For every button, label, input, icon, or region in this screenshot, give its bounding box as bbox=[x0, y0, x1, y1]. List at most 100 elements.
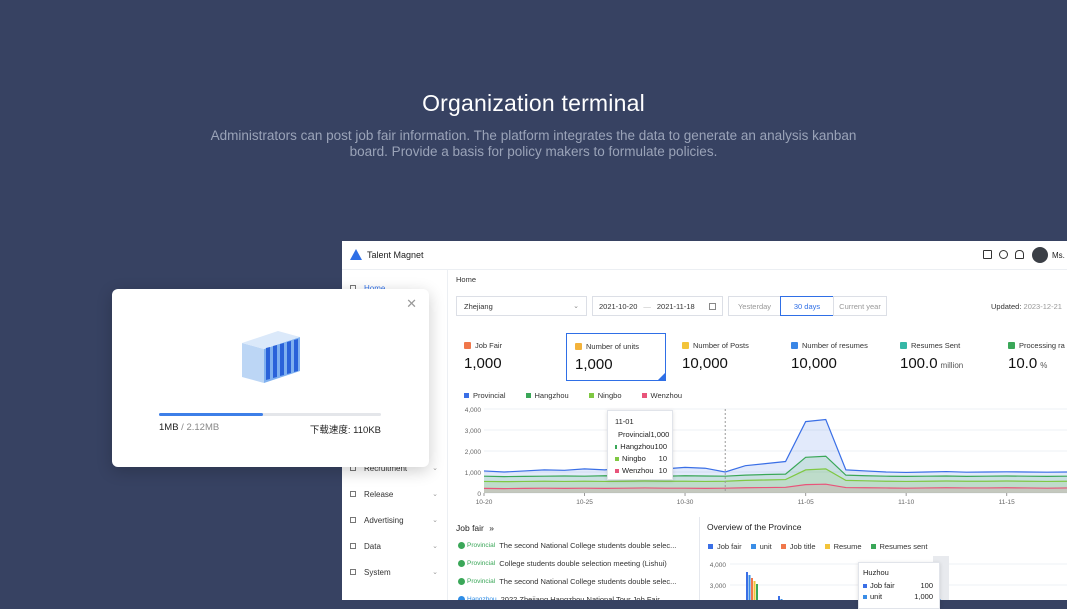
date-separator: — bbox=[643, 301, 651, 311]
tooltip2-title: Huzhou bbox=[863, 568, 889, 577]
legend-item[interactable]: Wenzhou bbox=[641, 391, 682, 400]
kpi-value-text: 1,000 bbox=[464, 355, 502, 372]
tooltip-row: Provincial 1,000 bbox=[615, 430, 670, 439]
top-bar: Talent Magnet Ms. bbox=[342, 241, 1067, 270]
advertising-icon bbox=[350, 517, 356, 523]
range-30-days[interactable]: 30 days bbox=[780, 296, 834, 316]
help-icon[interactable] bbox=[999, 250, 1008, 259]
legend-item[interactable]: Ningbo bbox=[588, 391, 622, 400]
x-tick-label: 10-25 bbox=[576, 499, 593, 506]
total-size: 2.12MB bbox=[186, 422, 220, 433]
check-icon bbox=[458, 542, 465, 549]
kpi-card[interactable]: Number of resumes 10,000 bbox=[783, 333, 883, 381]
kpi-value-text: 100.0 bbox=[900, 355, 938, 372]
job-fair-item[interactable]: Provincial The second National College st… bbox=[458, 541, 676, 550]
main-content: Home Zhejiang ⌄ 2021-10-20 — 2021-11-18 … bbox=[456, 269, 1067, 600]
legend-item[interactable]: Hangzhou bbox=[525, 391, 569, 400]
chevron-double-right-icon: » bbox=[489, 523, 494, 533]
kpi-value: 10.0% bbox=[1008, 355, 1047, 372]
updated-value: 2023-12-21 bbox=[1023, 302, 1062, 311]
y-tick-label: 1,000 bbox=[465, 470, 482, 477]
legend-item[interactable]: Job fair bbox=[708, 542, 742, 551]
legend-item[interactable]: unit bbox=[750, 542, 772, 551]
job-fair-item[interactable]: Hangzhou 2022 Zhejiang Hangzhou National … bbox=[458, 595, 660, 600]
updated-info: Updated: 2023-12-21 bbox=[991, 302, 1062, 311]
job-fair-item[interactable]: Provincial College students double select… bbox=[458, 559, 667, 568]
x-tick-label: 10-30 bbox=[677, 499, 694, 506]
tooltip-value: 100 bbox=[654, 442, 667, 451]
region-select[interactable]: Zhejiang ⌄ bbox=[456, 296, 587, 316]
kpi-label-text: Processing ra bbox=[1019, 341, 1065, 350]
tooltip-value: 100 bbox=[920, 581, 933, 590]
chevron-down-icon: ⌄ bbox=[432, 569, 438, 576]
close-icon[interactable]: ✕ bbox=[406, 296, 417, 312]
bell-icon[interactable] bbox=[1015, 250, 1024, 259]
kpi-value-text: 10,000 bbox=[791, 355, 837, 372]
tooltip-swatch bbox=[615, 468, 619, 473]
downloaded-amount: 1MB bbox=[159, 422, 179, 433]
region-tag: Hangzhou bbox=[458, 596, 497, 600]
briefcase-icon[interactable] bbox=[983, 250, 992, 259]
section-divider bbox=[699, 517, 700, 600]
main-area-chart[interactable]: 4,000 3,000 2,000 1,000 010-20 10-25 10-30 11-0… bbox=[456, 403, 1067, 513]
job-fair-item[interactable]: Provincial The second National College st… bbox=[458, 577, 676, 586]
tooltip-series: Wenzhou bbox=[622, 466, 654, 475]
kpi-card[interactable]: Resumes Sent 100.0 million bbox=[892, 333, 992, 381]
kpi-unit: million bbox=[940, 361, 964, 370]
legend-label: Hangzhou bbox=[534, 391, 569, 400]
range-yesterday[interactable]: Yesterday bbox=[728, 296, 781, 316]
kpi-card[interactable]: Number of units 1,000 bbox=[566, 333, 666, 381]
kpi-icon bbox=[791, 342, 798, 349]
legend-item[interactable]: Resumes sent bbox=[870, 542, 927, 551]
job-fair-name: The second National College students dou… bbox=[499, 577, 677, 586]
kpi-label: Resumes Sent bbox=[900, 341, 960, 350]
check-icon bbox=[458, 560, 465, 567]
region-tag: Provincial bbox=[458, 560, 495, 567]
download-dialog: ✕ 1MB / 2.12MB 下载速度: 110KB bbox=[112, 289, 429, 467]
sidebar-item-label: Release bbox=[364, 489, 394, 499]
tooltip-value: 1,000 bbox=[650, 430, 670, 439]
legend-item[interactable]: Resume bbox=[824, 542, 862, 551]
server-icon bbox=[242, 331, 300, 383]
sidebar-item-system[interactable]: System ⌄ bbox=[350, 565, 440, 579]
job-fair-title[interactable]: Job fair » bbox=[456, 523, 494, 533]
download-speed: 下载速度: 110KB bbox=[310, 422, 381, 436]
selected-corner-icon bbox=[658, 373, 665, 380]
user-name[interactable]: Ms. bbox=[1052, 251, 1065, 260]
region-tag-label: Hangzhou bbox=[467, 596, 497, 600]
kpi-card[interactable]: Processing ra 10.0% bbox=[1000, 333, 1067, 381]
tooltip-series: Job fair bbox=[870, 581, 895, 590]
chart-tooltip: 11-01 Provincial 1,000 Hangzhou 100 Ningbo 10… bbox=[607, 410, 673, 480]
legend-swatch bbox=[708, 544, 713, 549]
region-tag-label: Provincial bbox=[467, 560, 496, 567]
y-tick-label: 2,000 bbox=[465, 449, 482, 456]
main-chart-legend: Provincial Hangzhou Ningbo Wenzhou bbox=[464, 391, 702, 400]
legend-item[interactable]: Provincial bbox=[464, 391, 506, 400]
sidebar-item-data[interactable]: Data ⌄ bbox=[350, 539, 440, 553]
tooltip-series: Provincial bbox=[618, 430, 651, 439]
sidebar-item-advertising[interactable]: Advertising ⌄ bbox=[350, 513, 440, 527]
tooltip-row: Hangzhou 100 bbox=[615, 442, 667, 451]
overview-bar bbox=[748, 575, 751, 600]
job-fair-name: The second National College students dou… bbox=[499, 541, 677, 550]
y-tick-label: 4,000 bbox=[710, 562, 727, 569]
tooltip-value: 10 bbox=[658, 466, 667, 475]
overview-bar bbox=[751, 578, 753, 600]
kpi-card[interactable]: Job Fair 1,000 bbox=[456, 333, 556, 381]
release-icon bbox=[350, 491, 356, 497]
logo-icon bbox=[350, 249, 362, 260]
range-current-year[interactable]: Current year bbox=[833, 296, 887, 316]
legend-item[interactable]: Job title bbox=[780, 542, 816, 551]
tooltip-swatch bbox=[863, 583, 867, 588]
tooltip-row: Ningbo 10 bbox=[615, 454, 667, 463]
kpi-label: Number of Posts bbox=[682, 341, 749, 350]
system-icon bbox=[350, 569, 356, 575]
sidebar-item-release[interactable]: Release ⌄ bbox=[350, 487, 440, 501]
legend-swatch bbox=[750, 544, 756, 549]
hero-subtitle: Administrators can post job fair informa… bbox=[210, 128, 857, 159]
kpi-card[interactable]: Number of Posts 10,000 bbox=[674, 333, 774, 381]
avatar[interactable] bbox=[1032, 247, 1048, 263]
date-range-picker[interactable]: 2021-10-20 — 2021-11-18 bbox=[592, 296, 723, 316]
overview-bar bbox=[753, 581, 756, 600]
kpi-label: Job Fair bbox=[464, 341, 502, 350]
